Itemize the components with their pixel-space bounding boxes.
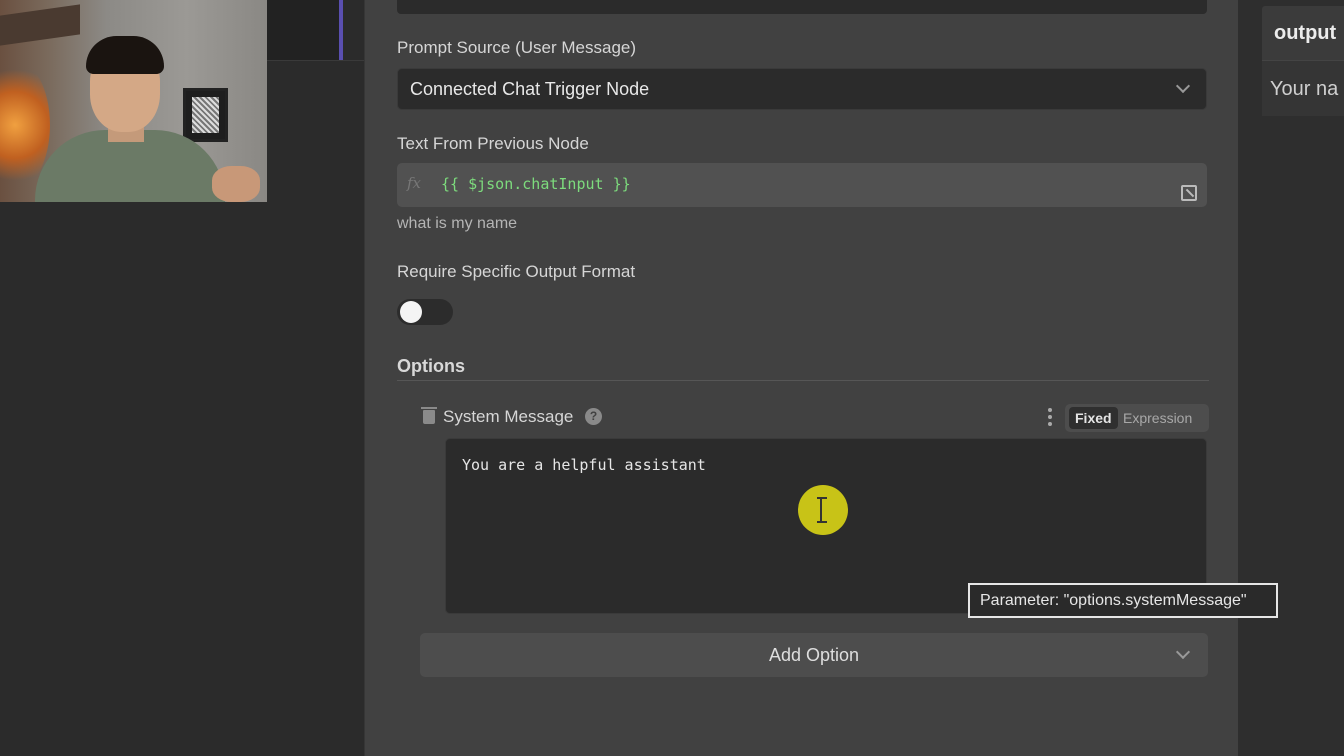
text-from-previous-input[interactable]: fx {{ $json.chatInput }} (397, 163, 1207, 207)
output-format-label: Require Specific Output Format (397, 262, 636, 281)
webcam-shelf (0, 4, 80, 46)
add-option-label: Add Option (768, 644, 860, 665)
add-option-button[interactable]: Add Option (420, 633, 1208, 677)
parameter-tooltip: Parameter: "options.systemMessage" (968, 583, 1278, 618)
trash-icon[interactable] (421, 407, 437, 424)
expression-text: {{ $json.chatInput }} (441, 175, 631, 193)
fixed-expression-switch: Fixed Expression (1065, 404, 1209, 432)
webcam-person-hand (212, 166, 260, 202)
text-from-previous-label: Text From Previous Node (397, 134, 589, 153)
previous-field-input[interactable] (397, 0, 1207, 14)
mode-fixed-button[interactable]: Fixed (1069, 407, 1118, 429)
expression-result-hint: what is my name (397, 215, 518, 232)
options-title: Options (397, 356, 465, 376)
fx-icon: fx (407, 174, 422, 192)
toggle-knob (400, 301, 422, 323)
output-preview: Your na (1270, 78, 1339, 100)
output-title: output (1274, 22, 1337, 44)
canvas-node-accent (339, 0, 343, 60)
canvas-divider (267, 60, 364, 61)
webcam-picture-frame (183, 88, 228, 142)
help-icon[interactable]: ? (585, 408, 602, 425)
chevron-down-icon (1175, 78, 1191, 94)
text-cursor-icon (817, 497, 827, 523)
cursor-highlight (798, 485, 848, 535)
more-options-icon[interactable] (1048, 408, 1052, 426)
parameters-panel: Prompt Source (User Message) Connected C… (364, 0, 1238, 756)
prompt-source-select[interactable]: Connected Chat Trigger Node (397, 68, 1207, 110)
system-message-label: System Message (443, 407, 574, 426)
expand-icon[interactable] (1181, 185, 1197, 201)
output-header: output (1262, 6, 1344, 60)
output-body: Your na (1262, 60, 1344, 116)
app-window: Prompt Source (User Message) Connected C… (0, 0, 1344, 756)
output-pane: output Your na (1238, 0, 1344, 756)
chevron-down-icon (1175, 644, 1191, 660)
prompt-source-label: Prompt Source (User Message) (397, 38, 637, 57)
system-message-value: You are a helpful assistant (462, 456, 706, 474)
webcam-person-hair (86, 36, 164, 74)
output-format-toggle[interactable] (397, 299, 453, 325)
webcam-overlay (0, 0, 267, 202)
mode-expression-button[interactable]: Expression (1123, 407, 1192, 429)
canvas-node-strip (267, 0, 339, 60)
prompt-source-value: Connected Chat Trigger Node (410, 78, 650, 99)
options-divider (397, 380, 1209, 381)
